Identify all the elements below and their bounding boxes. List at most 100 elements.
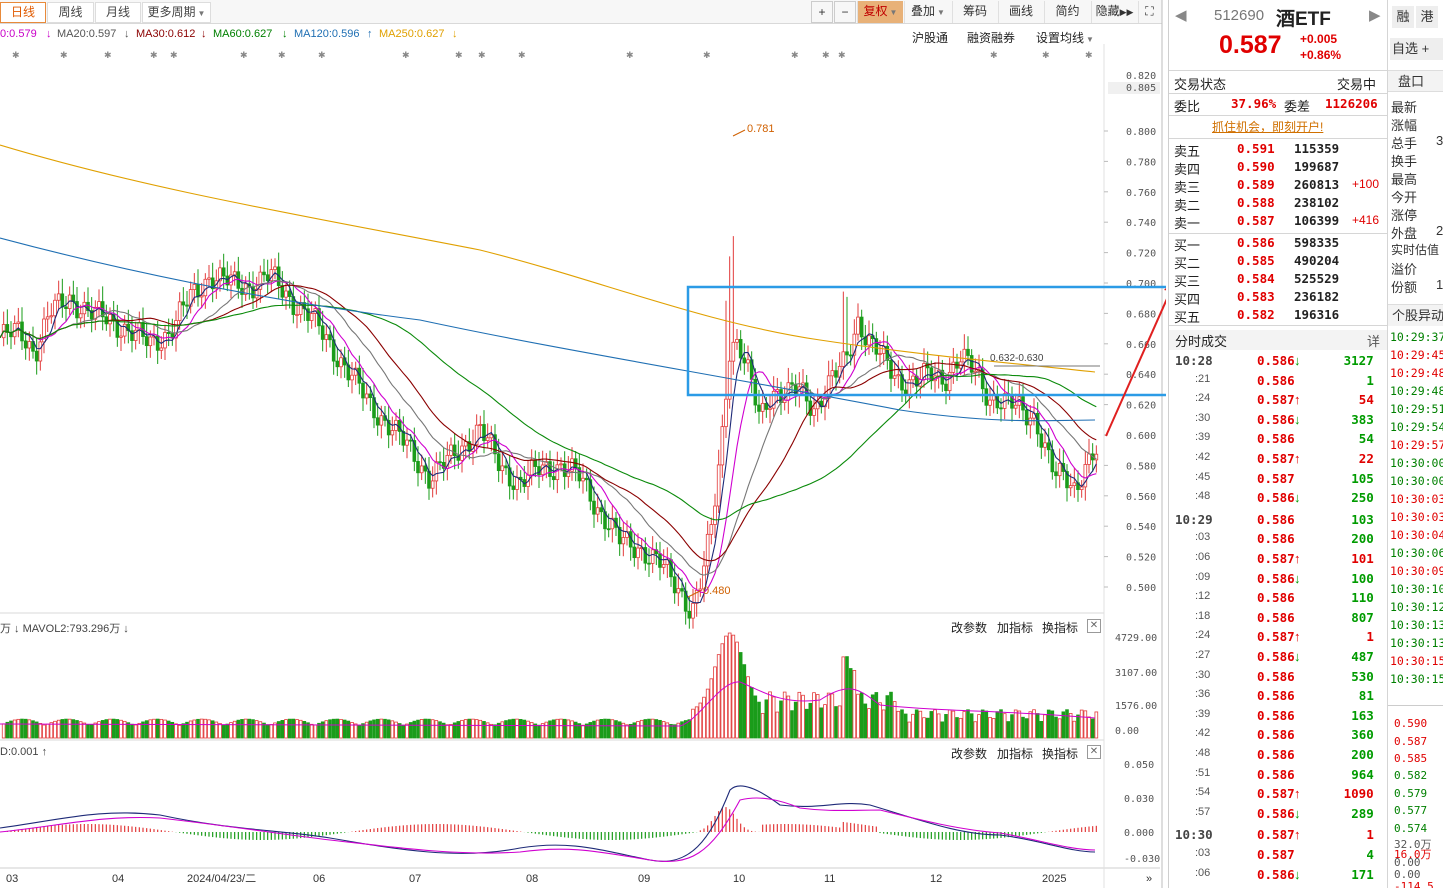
candle-body (562, 463, 567, 477)
mini-axis-label: 0.590 (1394, 717, 1428, 730)
vol-add-indicator-link[interactable]: 加指标 (997, 619, 1033, 636)
volume-bar (698, 702, 703, 739)
volume-bar (20, 718, 24, 739)
divider (1388, 705, 1443, 706)
volume-bar (713, 666, 717, 739)
abnormal-time[interactable]: 10:29:37 (1390, 330, 1443, 344)
abnormal-time[interactable]: 10:30:12 (1390, 600, 1443, 614)
order-book-row[interactable]: 卖四 0.590 199687 (1169, 159, 1388, 177)
vol-switch-indicator-link[interactable]: 换指标 (1042, 619, 1078, 636)
order-book-row[interactable]: 买二 0.585 490204 (1169, 253, 1388, 271)
volume-bar (317, 722, 321, 739)
volume-bar (588, 722, 593, 739)
volume-bar (599, 719, 604, 739)
abnormal-time[interactable]: 10:29:45 (1390, 348, 1443, 362)
volume-bar (361, 723, 365, 739)
candle-body (735, 338, 739, 343)
volume-bar (60, 719, 65, 739)
abnormal-time[interactable]: 10:29:48 (1390, 366, 1443, 380)
abnormal-time[interactable]: 10:29:57 (1390, 438, 1443, 452)
margin-tag[interactable]: 融 (1392, 6, 1414, 28)
volume-bar (181, 723, 186, 739)
order-volume: 199687 (1294, 159, 1340, 174)
candle-body (185, 304, 189, 307)
volume-bar (603, 718, 607, 739)
order-book-row[interactable]: 买五 0.582 196316 (1169, 307, 1388, 325)
abnormal-time[interactable]: 10:30:10 (1390, 582, 1443, 596)
macd-add-indicator-link[interactable]: 加指标 (997, 745, 1033, 762)
close-icon[interactable]: ✕ (1087, 619, 1101, 633)
macd-edit-params-link[interactable]: 改参数 (951, 745, 987, 762)
tick-time: :12 (1195, 590, 1211, 603)
watchlist-button[interactable]: 自选 + (1390, 38, 1443, 60)
ticks-title: 分时成交 (1175, 334, 1228, 349)
macd-axis-label: 0.000 (1124, 828, 1154, 839)
order-book-row[interactable]: 卖二 0.588 238102 (1169, 195, 1388, 213)
event-marker: ✱ (626, 50, 634, 60)
abnormal-time[interactable]: 10:29:54 (1390, 420, 1443, 434)
event-marker: ✱ (838, 50, 846, 60)
volume-bar (287, 718, 292, 739)
volume-bar (478, 719, 483, 739)
order-book-row[interactable]: 买四 0.583 236182 (1169, 289, 1388, 307)
volume-bar (925, 717, 930, 739)
order-book-row[interactable]: 卖三 0.589 260813 +100 (1169, 177, 1388, 195)
market-stat-label: 今开 (1391, 190, 1418, 205)
volume-bar (16, 718, 21, 739)
volume-bar (148, 719, 153, 739)
abnormal-time[interactable]: 10:30:06 (1390, 546, 1443, 560)
order-book-row[interactable]: 卖一 0.587 106399 +416 (1169, 213, 1388, 231)
next-stock-icon[interactable]: ▶ (1369, 6, 1381, 24)
market-panel: 融 港 自选 + 盘口 最新 涨幅 总手 3 换手 最高 今开 涨停 外盘 2 实时估值 溢价 份额 1 … (1387, 0, 1443, 888)
abnormal-time[interactable]: 10:30:00 (1390, 474, 1443, 488)
abnormal-tab[interactable]: 个股异动 (1388, 304, 1443, 326)
arrow-down-icon: ↓ (1294, 805, 1301, 821)
close-icon[interactable]: ✕ (1087, 745, 1101, 759)
abnormal-time[interactable]: 10:30:03 (1390, 492, 1443, 506)
kline-chart[interactable]: ✱ ✱ ✱ ✱ ✱ ✱ ✱ ✱ ✱ ✱ ✱ ✱ ✱ ✱ ✱ ✱ ✱ ✱ ✱ ✱ 0.8200.805 0.800 0.78… (0, 0, 1166, 888)
promo-link[interactable]: 抓住机会，即刻开户! (1212, 118, 1323, 135)
abnormal-time[interactable]: 10:30:00 (1390, 456, 1443, 470)
volume-bar (375, 718, 380, 739)
ticks-detail-button[interactable]: 详 (1367, 331, 1380, 350)
abnormal-time[interactable]: 10:29:51 (1390, 402, 1443, 416)
volume-bar (401, 724, 406, 739)
abnormal-time[interactable]: 10:29:48 (1390, 384, 1443, 398)
orderbook-tab[interactable]: 盘口 (1388, 70, 1443, 92)
order-level-label: 买三 (1174, 274, 1201, 289)
abnormal-time[interactable]: 10:30:13 (1390, 636, 1443, 650)
tick-price: 0.586 (1257, 727, 1295, 743)
abnormal-time[interactable]: 10:30:15 (1390, 672, 1443, 686)
tick-volume: 110 (1351, 590, 1374, 606)
volume-bar (460, 719, 464, 739)
volume-bar (1, 723, 6, 739)
volume-bar (544, 721, 549, 739)
arrow-down-icon: ↓ (1294, 866, 1301, 882)
abnormal-time[interactable]: 10:30:13 (1390, 618, 1443, 632)
order-book-row[interactable]: 买一 0.586 598335 (1169, 235, 1388, 253)
order-price: 0.583 (1237, 289, 1275, 304)
tick-volume: 383 (1351, 411, 1374, 427)
vol-edit-params-link[interactable]: 改参数 (951, 619, 987, 636)
candle-body (144, 336, 149, 347)
abnormal-time[interactable]: 10:30:03 (1390, 510, 1443, 524)
tick-price: 0.586 (1257, 511, 1295, 527)
date-axis-label: 09 (638, 873, 650, 885)
volume-bar (445, 724, 450, 739)
market-stat-label: 换手 (1391, 154, 1418, 169)
hk-tag[interactable]: 港 (1416, 6, 1438, 28)
tick-row: :48 0.586 ↓ 250 (1169, 490, 1388, 508)
tick-row: :03 0.586 200 (1169, 531, 1388, 549)
order-book-row[interactable]: 卖五 0.591 115359 (1169, 141, 1388, 159)
prev-stock-icon[interactable]: ◀ (1175, 6, 1187, 24)
candle-body (584, 477, 589, 481)
order-book-row[interactable]: 买三 0.584 525529 (1169, 271, 1388, 289)
macd-switch-indicator-link[interactable]: 换指标 (1042, 745, 1078, 762)
abnormal-time[interactable]: 10:30:09 (1390, 564, 1443, 578)
market-stat-label: 份额 (1391, 280, 1418, 295)
abnormal-time[interactable]: 10:30:04 (1390, 528, 1443, 542)
tick-row: :39 0.586 54 (1169, 431, 1388, 449)
candle-body (280, 285, 285, 298)
volume-bar (548, 720, 552, 739)
abnormal-time[interactable]: 10:30:15 (1390, 654, 1443, 668)
